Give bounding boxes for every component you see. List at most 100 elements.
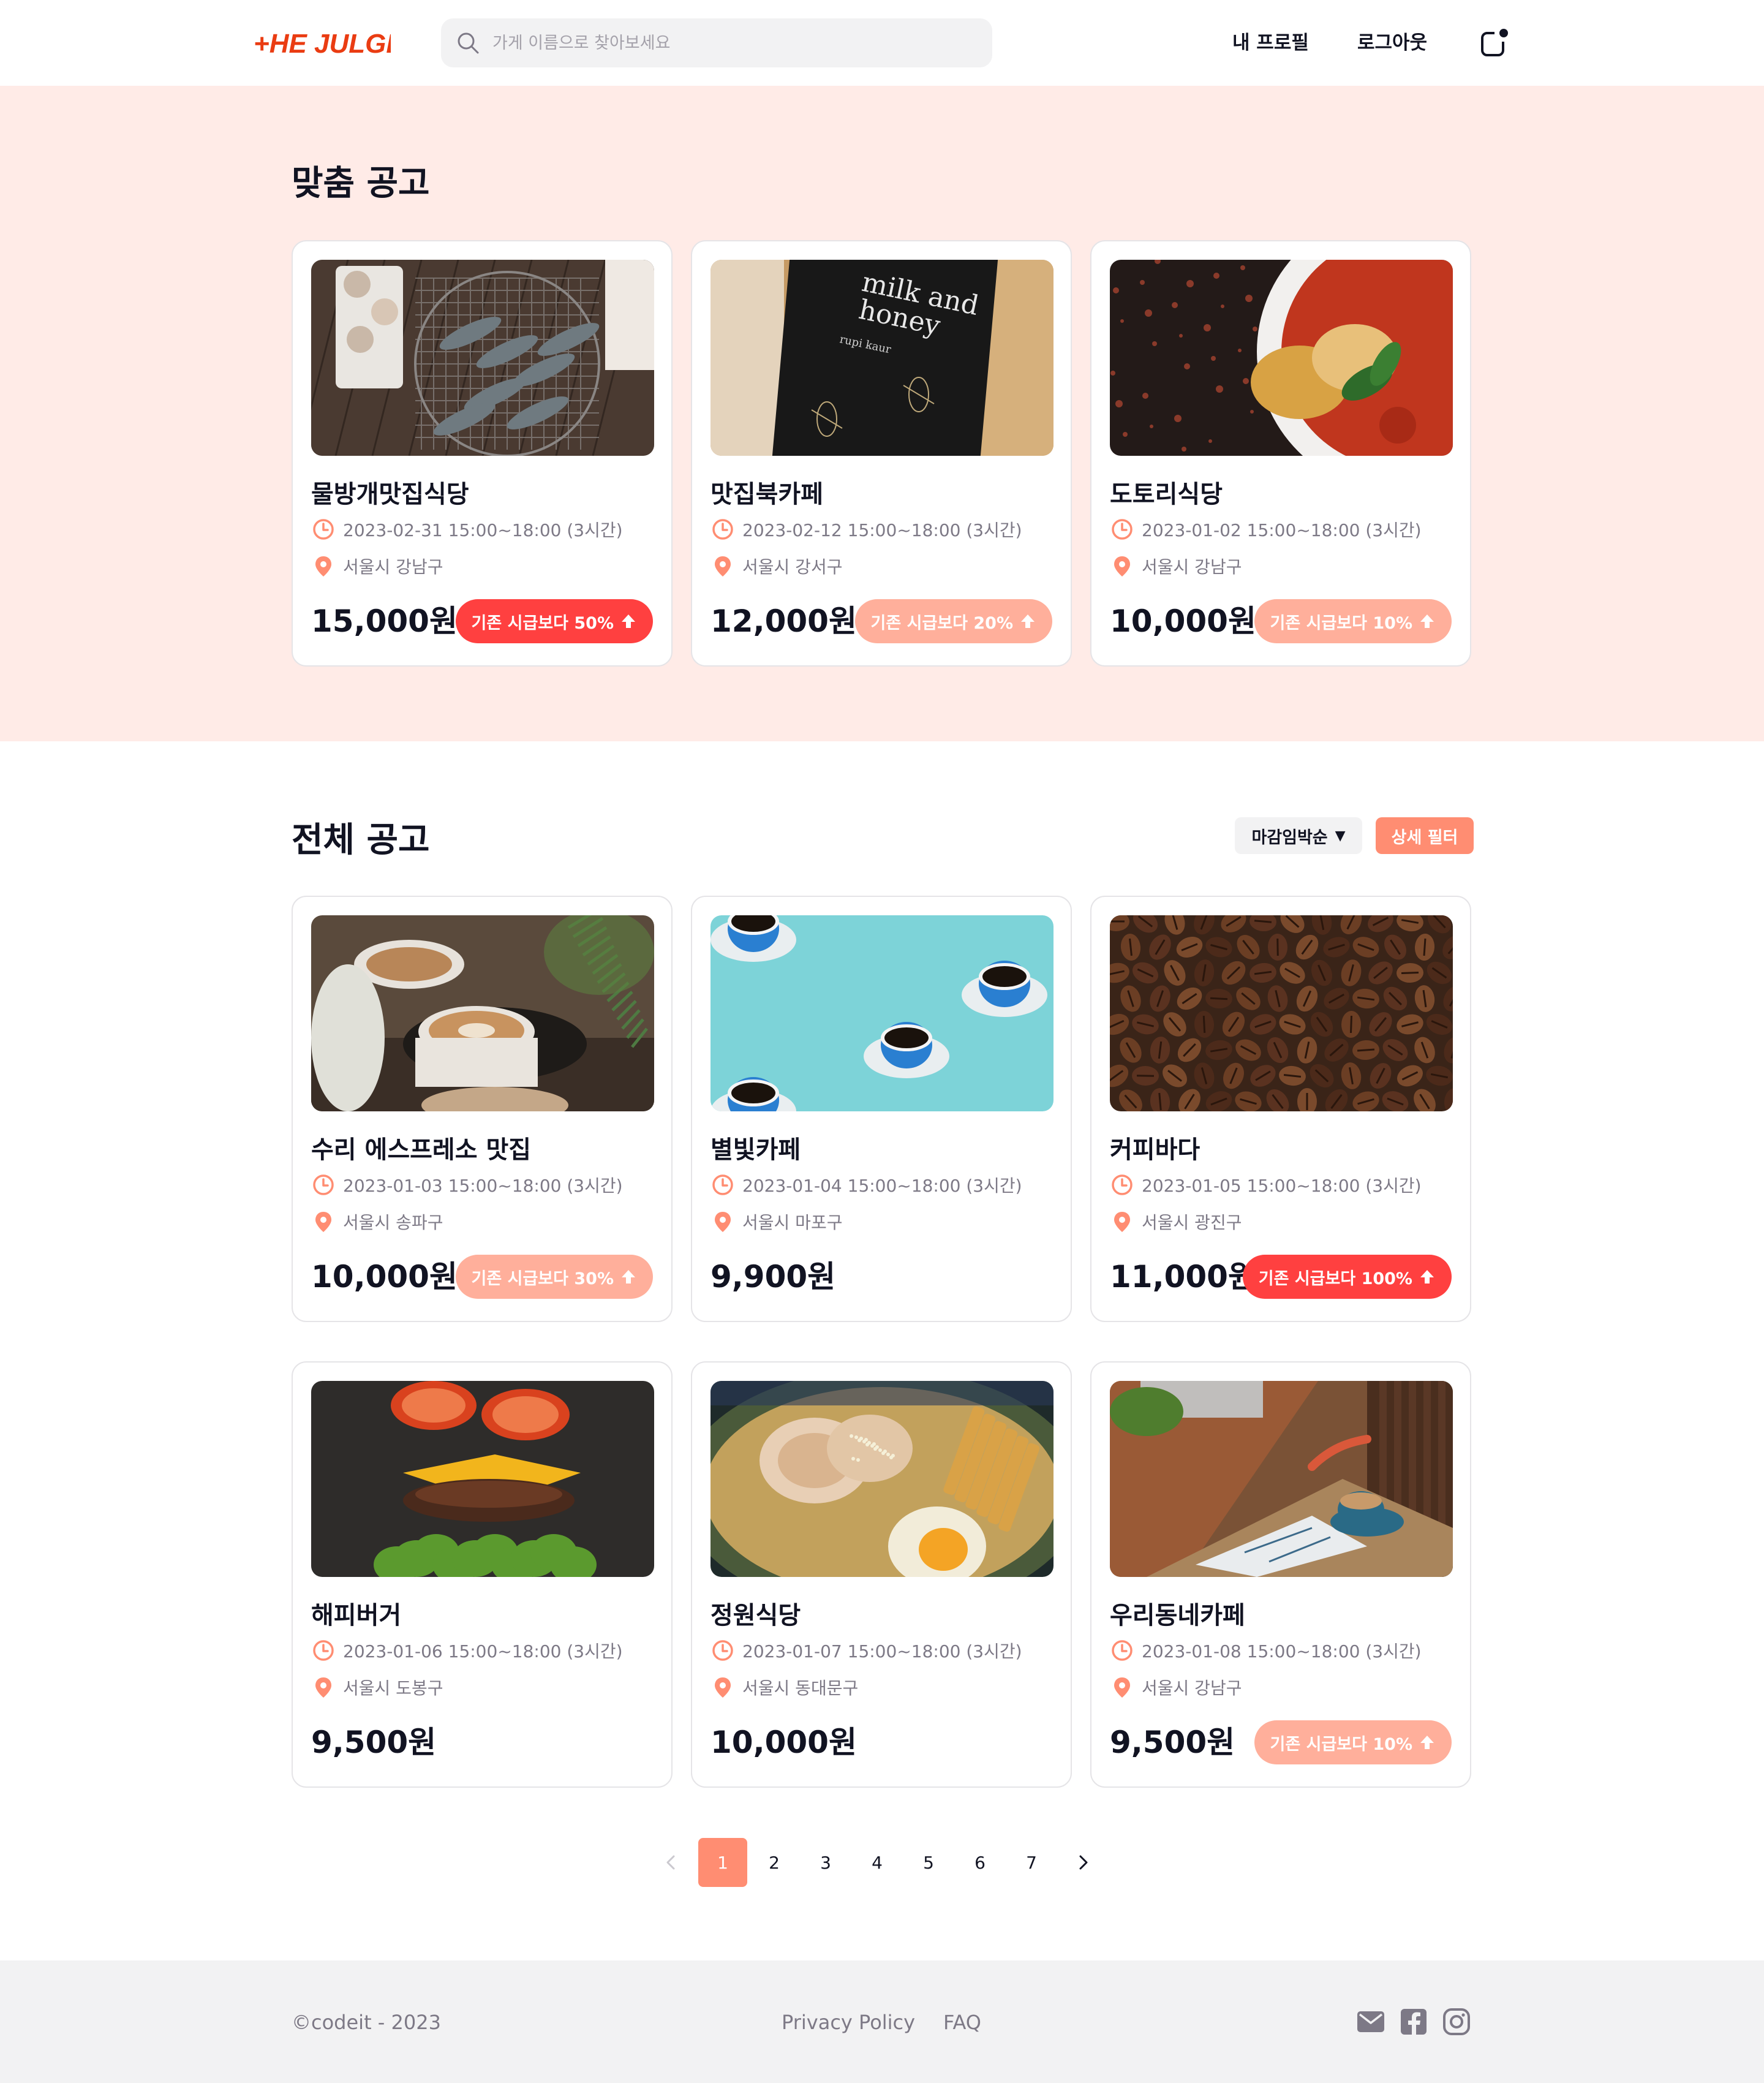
card-location-text: 서울시 동대문구 <box>742 1678 859 1698</box>
blue-coffee-cups-image <box>710 915 1054 1111</box>
sort-dropdown[interactable]: 마감임박순 ▼ <box>1235 817 1362 854</box>
card-location: 서울시 강남구 <box>1110 1675 1242 1699</box>
clock-icon <box>313 519 334 540</box>
next-page-button[interactable] <box>1058 1838 1107 1887</box>
card-time-text: 2023-02-31 15:00~18:00 (3시간) <box>343 520 623 540</box>
card-location-text: 서울시 도봉구 <box>343 1678 443 1698</box>
card-location-text: 서울시 마포구 <box>742 1212 843 1233</box>
clock-icon <box>1112 1174 1133 1195</box>
arrow-up-icon <box>1420 614 1434 628</box>
clock-icon <box>712 1174 733 1195</box>
page-number-button[interactable]: 7 <box>1007 1838 1056 1887</box>
badge-text: 기존 시급보다 20% <box>870 613 1013 633</box>
card-store-name: 수리 에스프레소 맛집 <box>311 1136 532 1164</box>
page-number-button[interactable]: 4 <box>853 1838 902 1887</box>
notice-card[interactable]: 해피버거 2023-01-06 15:00~18:00 (3시간) 서울시 도봉… <box>292 1361 673 1788</box>
burger-image <box>311 1381 654 1577</box>
privacy-policy-link[interactable]: Privacy Policy <box>782 2011 915 2034</box>
page-number-button[interactable]: 6 <box>956 1838 1005 1887</box>
card-time-text: 2023-02-12 15:00~18:00 (3시간) <box>742 520 1022 540</box>
card-location-text: 서울시 강서구 <box>742 557 843 577</box>
clock-icon <box>313 1640 334 1661</box>
card-work-time: 2023-02-31 15:00~18:00 (3시간) <box>311 517 623 542</box>
facebook-icon[interactable] <box>1398 2006 1430 2038</box>
card-location: 서울시 강서구 <box>710 554 842 578</box>
coffee-beans-image <box>1110 915 1453 1111</box>
card-store-name: 해피버거 <box>311 1601 402 1630</box>
chevron-left-icon <box>666 1855 675 1870</box>
card-work-time: 2023-01-04 15:00~18:00 (3시간) <box>710 1173 1022 1197</box>
notice-card[interactable]: 정원식당 2023-01-07 15:00~18:00 (3시간) 서울시 동대… <box>691 1361 1072 1788</box>
notice-card[interactable]: 별빛카페 2023-01-04 15:00~18:00 (3시간) 서울시 마포… <box>691 896 1072 1322</box>
card-image <box>1110 260 1453 456</box>
location-pin-icon <box>715 1212 731 1232</box>
card-image <box>311 1381 654 1577</box>
card-location: 서울시 광진구 <box>1110 1209 1242 1234</box>
ramen-image <box>710 1381 1054 1577</box>
page-number-button[interactable]: 5 <box>904 1838 953 1887</box>
svg-text:+HE JULGE: +HE JULGE <box>254 29 391 59</box>
card-work-time: 2023-01-07 15:00~18:00 (3시간) <box>710 1638 1022 1663</box>
notice-card[interactable]: 우리동네카페 2023-01-08 15:00~18:00 (3시간) 서울시 … <box>1090 1361 1471 1788</box>
my-profile-link[interactable]: 내 프로필 <box>1232 27 1309 55</box>
clock-icon <box>1112 519 1133 540</box>
card-location: 서울시 송파구 <box>311 1209 443 1234</box>
prev-page-button[interactable] <box>647 1838 696 1887</box>
card-hourly-pay: 11,000원 <box>1110 1259 1256 1295</box>
logo[interactable]: +HE JULGE <box>254 25 391 61</box>
arrow-up-icon <box>1021 614 1035 628</box>
card-work-time: 2023-01-03 15:00~18:00 (3시간) <box>311 1173 623 1197</box>
location-pin-icon <box>315 1212 331 1232</box>
search-bar[interactable] <box>441 18 992 67</box>
notice-card[interactable]: milk and honey rupi kaur 맛집북카페 2023-02-1… <box>691 240 1072 667</box>
location-pin-icon <box>1114 556 1130 577</box>
card-time-text: 2023-01-05 15:00~18:00 (3시간) <box>1142 1176 1422 1196</box>
page: { "header": { "logo_text": "+HE JULGE", … <box>0 0 1764 2083</box>
pagination: 1234567 <box>647 1838 1110 1887</box>
logout-link[interactable]: 로그아웃 <box>1357 27 1427 55</box>
mail-icon[interactable] <box>1355 2006 1387 2038</box>
notice-card[interactable]: 도토리식당 2023-01-02 15:00~18:00 (3시간) 서울시 강… <box>1090 240 1471 667</box>
location-pin-icon <box>715 1677 731 1698</box>
instagram-icon[interactable] <box>1441 2006 1472 2038</box>
card-hourly-pay: 10,000원 <box>311 1259 458 1295</box>
card-hourly-pay: 10,000원 <box>1110 603 1256 639</box>
card-hourly-pay: 9,500원 <box>1110 1725 1235 1760</box>
clock-icon <box>313 1174 334 1195</box>
location-pin-icon <box>315 556 331 577</box>
detail-filter-button[interactable]: 상세 필터 <box>1376 817 1474 854</box>
pay-increase-badge: 기존 시급보다 10% <box>1254 599 1452 643</box>
clock-icon <box>712 519 733 540</box>
page-number-button[interactable]: 2 <box>750 1838 799 1887</box>
page-number-button[interactable]: 3 <box>801 1838 850 1887</box>
card-store-name: 물방개맛집식당 <box>311 480 469 508</box>
copyright: ©codeit - 2023 <box>292 2011 441 2034</box>
card-store-name: 우리동네카페 <box>1110 1601 1245 1630</box>
notice-card[interactable]: 커피바다 2023-01-05 15:00~18:00 (3시간) 서울시 광진… <box>1090 896 1471 1322</box>
notice-card[interactable]: 물방개맛집식당 2023-02-31 15:00~18:00 (3시간) 서울시… <box>292 240 673 667</box>
card-store-name: 커피바다 <box>1110 1136 1200 1164</box>
card-time-text: 2023-01-03 15:00~18:00 (3시간) <box>343 1176 623 1196</box>
search-input[interactable] <box>492 33 970 53</box>
clock-icon <box>712 1640 733 1661</box>
grilled-shrimp-image <box>311 260 654 456</box>
notice-card[interactable]: 수리 에스프레소 맛집 2023-01-03 15:00~18:00 (3시간)… <box>292 896 673 1322</box>
card-work-time: 2023-01-08 15:00~18:00 (3시간) <box>1110 1638 1422 1663</box>
card-location: 서울시 동대문구 <box>710 1675 858 1699</box>
footer: ©codeit - 2023 Privacy Policy FAQ <box>0 1960 1764 2083</box>
page-number-list: 1234567 <box>698 1838 1058 1887</box>
sort-label: 마감임박순 <box>1251 828 1328 847</box>
card-time-text: 2023-01-06 15:00~18:00 (3시간) <box>343 1641 623 1661</box>
pay-increase-badge: 기존 시급보다 30% <box>455 1255 653 1299</box>
arrow-up-icon <box>622 614 635 628</box>
location-pin-icon <box>1114 1677 1130 1698</box>
faq-link[interactable]: FAQ <box>943 2011 981 2034</box>
badge-text: 기존 시급보다 10% <box>1270 613 1412 633</box>
notification-icon[interactable] <box>1479 27 1510 59</box>
page-number-button[interactable]: 1 <box>698 1838 747 1887</box>
latte-cups-image <box>311 915 654 1111</box>
card-location: 서울시 도봉구 <box>311 1675 443 1699</box>
card-location-text: 서울시 강남구 <box>1142 1678 1242 1698</box>
card-location-text: 서울시 광진구 <box>1142 1212 1242 1233</box>
card-location: 서울시 마포구 <box>710 1209 842 1234</box>
